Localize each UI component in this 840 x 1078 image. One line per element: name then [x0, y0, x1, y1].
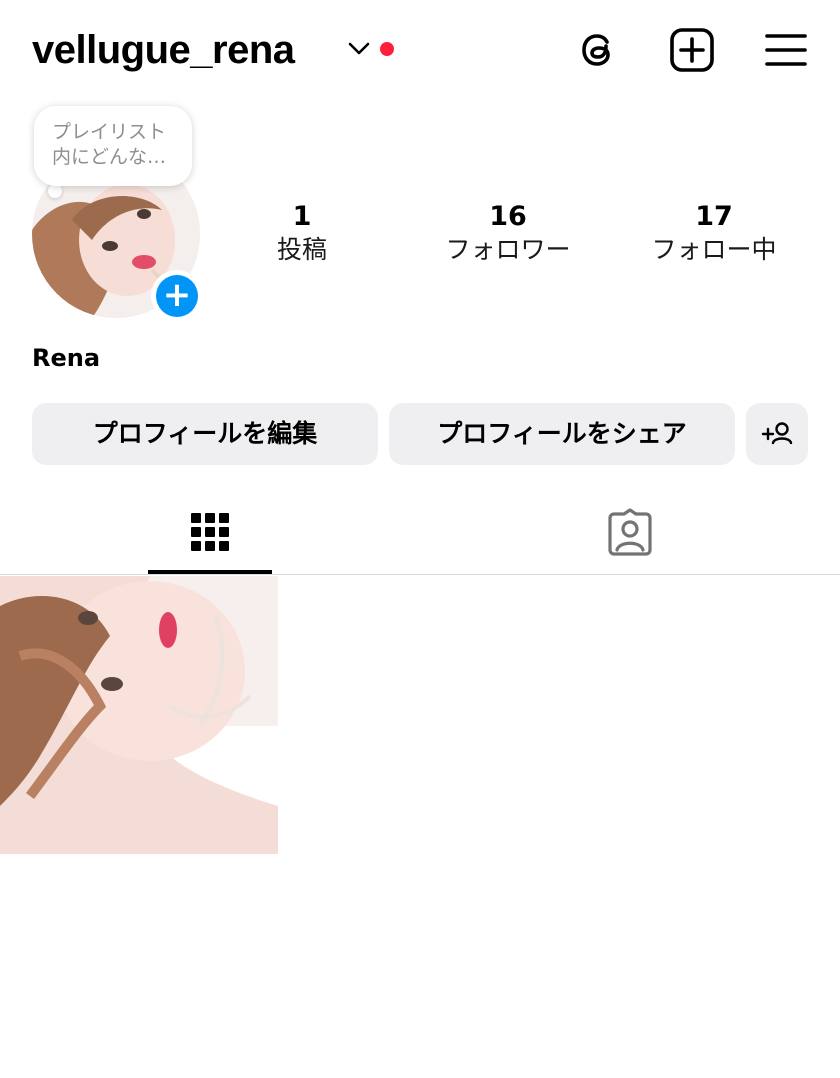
tagged-icon[interactable] — [606, 508, 654, 556]
following-label: フォロー中 — [651, 235, 777, 264]
followers-count: 16 — [489, 201, 527, 232]
plus-icon: + — [156, 275, 198, 317]
profile-note-bubble[interactable]: プレイリスト 内にどんな… — [34, 106, 192, 186]
threads-icon[interactable] — [574, 26, 622, 74]
share-profile-button[interactable]: プロフィールをシェア — [389, 403, 735, 465]
create-post-icon[interactable] — [668, 26, 716, 74]
grid-icon[interactable] — [186, 508, 234, 556]
username-header[interactable]: vellugue_rena — [32, 22, 295, 78]
edit-profile-button[interactable]: プロフィールを編集 — [32, 403, 378, 465]
posts-label: 投稿 — [276, 235, 327, 264]
add-story-button[interactable]: + — [151, 270, 203, 322]
stat-following[interactable]: 17 フォロー中 — [624, 200, 804, 266]
tabs-divider — [0, 574, 840, 575]
discover-people-button[interactable] — [746, 403, 808, 465]
chevron-down-icon[interactable] — [346, 38, 372, 58]
menu-icon[interactable] — [762, 26, 810, 74]
posts-count: 1 — [292, 201, 312, 232]
profile-full-name: Rena — [32, 344, 101, 372]
post-thumbnail[interactable] — [0, 576, 278, 854]
following-count: 17 — [695, 201, 733, 232]
stat-followers[interactable]: 16 フォロワー — [418, 200, 598, 266]
followers-label: フォロワー — [445, 235, 571, 264]
add-person-icon — [761, 422, 793, 445]
notification-dot — [380, 42, 394, 56]
stat-posts[interactable]: 1 投稿 — [212, 200, 392, 266]
note-bubble-tail — [48, 184, 62, 198]
